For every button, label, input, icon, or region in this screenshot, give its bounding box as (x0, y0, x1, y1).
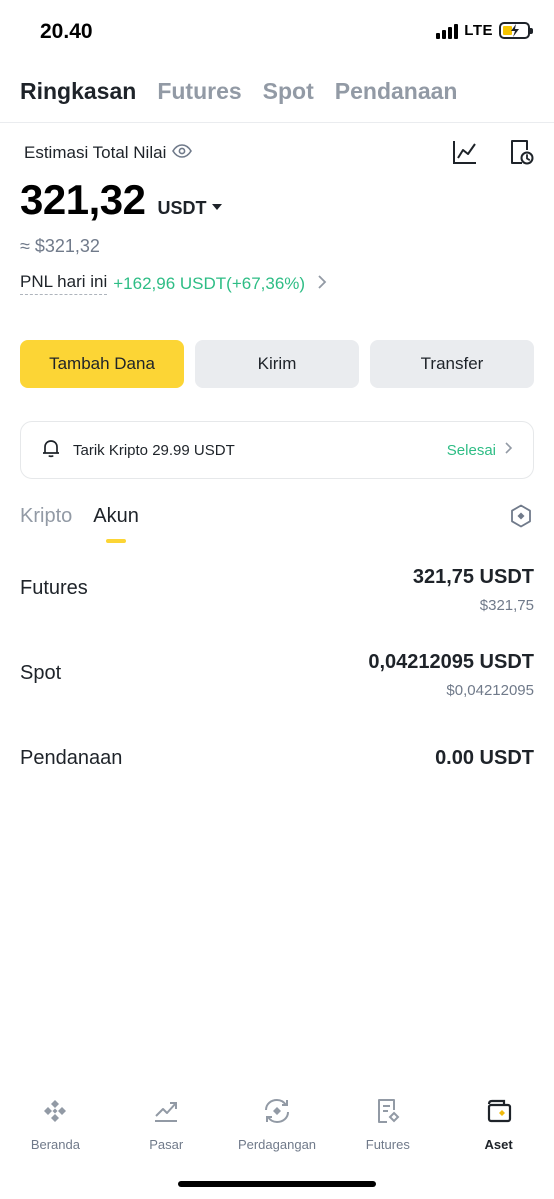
settings-hexagon-icon[interactable] (510, 504, 532, 533)
nav-beranda[interactable]: Beranda (0, 1094, 111, 1164)
account-row-spot[interactable]: Spot 0,04212095 USDT $0,04212095 (20, 651, 534, 711)
network-label: LTE (464, 22, 493, 39)
trade-exchange-icon (262, 1094, 292, 1128)
tab-akun[interactable]: Akun (93, 505, 139, 528)
nav-futures[interactable]: Futures (332, 1094, 443, 1164)
account-name: Spot (20, 662, 62, 684)
analysis-chart-icon[interactable] (452, 139, 478, 170)
approx-value: ≈ $321,32 (20, 236, 100, 256)
account-name: Futures (20, 577, 88, 599)
caret-down-icon (212, 204, 223, 210)
futures-doc-icon (374, 1094, 402, 1128)
nav-aset[interactable]: Aset (443, 1094, 554, 1164)
bottom-nav: Beranda Pasar Perdagangan Futures Aset (0, 1094, 554, 1164)
nav-perdagangan[interactable]: Perdagangan (222, 1094, 333, 1164)
tabs-divider (0, 122, 554, 123)
top-tabs: Ringkasan Futures Spot Pendanaan (20, 78, 458, 105)
chevron-right-icon (317, 274, 327, 294)
chevron-right-icon (504, 441, 513, 459)
header-icons (452, 139, 534, 170)
bell-icon (41, 438, 61, 463)
total-value: 321,32 (20, 176, 146, 223)
nav-label: Futures (365, 1137, 410, 1152)
transfer-button[interactable]: Transfer (370, 340, 534, 388)
assets-screen: 20.40 LTE Ringkasan Futures Spot Pendana… (0, 0, 554, 1199)
history-icon[interactable] (508, 139, 534, 170)
account-row-pendanaan[interactable]: Pendanaan 0.00 USDT (20, 747, 534, 807)
wallet-icon (485, 1094, 513, 1128)
battery-icon (499, 22, 533, 39)
account-amount: 0.00 USDT (435, 747, 534, 769)
account-amount: 0,04212095 USDT (368, 651, 534, 673)
notice-text: Tarik Kripto 29.99 USDT (73, 441, 235, 459)
tab-spot[interactable]: Spot (263, 78, 314, 105)
estimate-label: Estimasi Total Nilai (24, 143, 167, 162)
home-indicator (178, 1181, 376, 1187)
status-time: 20.40 (40, 20, 93, 43)
withdraw-notice[interactable]: Tarik Kripto 29.99 USDT Selesai (20, 421, 534, 479)
nav-label: Aset (484, 1137, 513, 1152)
binance-logo-icon (41, 1094, 69, 1128)
send-button[interactable]: Kirim (195, 340, 359, 388)
tab-ringkasan[interactable]: Ringkasan (20, 78, 136, 105)
tab-futures[interactable]: Futures (157, 78, 241, 105)
notice-status: Selesai (446, 441, 496, 459)
nav-pasar[interactable]: Pasar (111, 1094, 222, 1164)
market-chart-icon (152, 1094, 180, 1128)
nav-label: Pasar (149, 1137, 184, 1152)
currency-label: USDT (157, 198, 207, 218)
nav-label: Perdagangan (237, 1137, 317, 1152)
estimate-row: Estimasi Total Nilai (24, 143, 193, 163)
add-funds-button[interactable]: Tambah Dana (20, 340, 184, 388)
total-value-row: 321,32 USDT (20, 176, 223, 224)
tab-kripto[interactable]: Kripto (20, 505, 72, 528)
pnl-label: PNL hari ini (20, 272, 108, 295)
account-amount: 321,75 USDT (412, 566, 534, 588)
account-usd-value: $0,04212095 (446, 682, 534, 699)
tab-pendanaan[interactable]: Pendanaan (335, 78, 458, 105)
sub-tabs: Kripto Akun (20, 505, 139, 528)
pnl-value: +162,96 USDT(+67,36%) (113, 273, 306, 293)
eye-icon[interactable] (172, 143, 193, 163)
signal-icon (436, 23, 459, 39)
nav-label: Beranda (30, 1137, 80, 1152)
account-name: Pendanaan (20, 747, 123, 769)
pnl-row[interactable]: PNL hari ini +162,96 USDT(+67,36%) (20, 272, 327, 295)
currency-selector[interactable]: USDT (157, 198, 223, 219)
status-icons: LTE (436, 22, 533, 39)
status-bar: 20.40 LTE (0, 0, 554, 66)
action-buttons: Tambah Dana Kirim Transfer (20, 340, 534, 388)
account-usd-value: $321,75 (479, 597, 534, 614)
account-row-futures[interactable]: Futures 321,75 USDT $321,75 (20, 566, 534, 626)
